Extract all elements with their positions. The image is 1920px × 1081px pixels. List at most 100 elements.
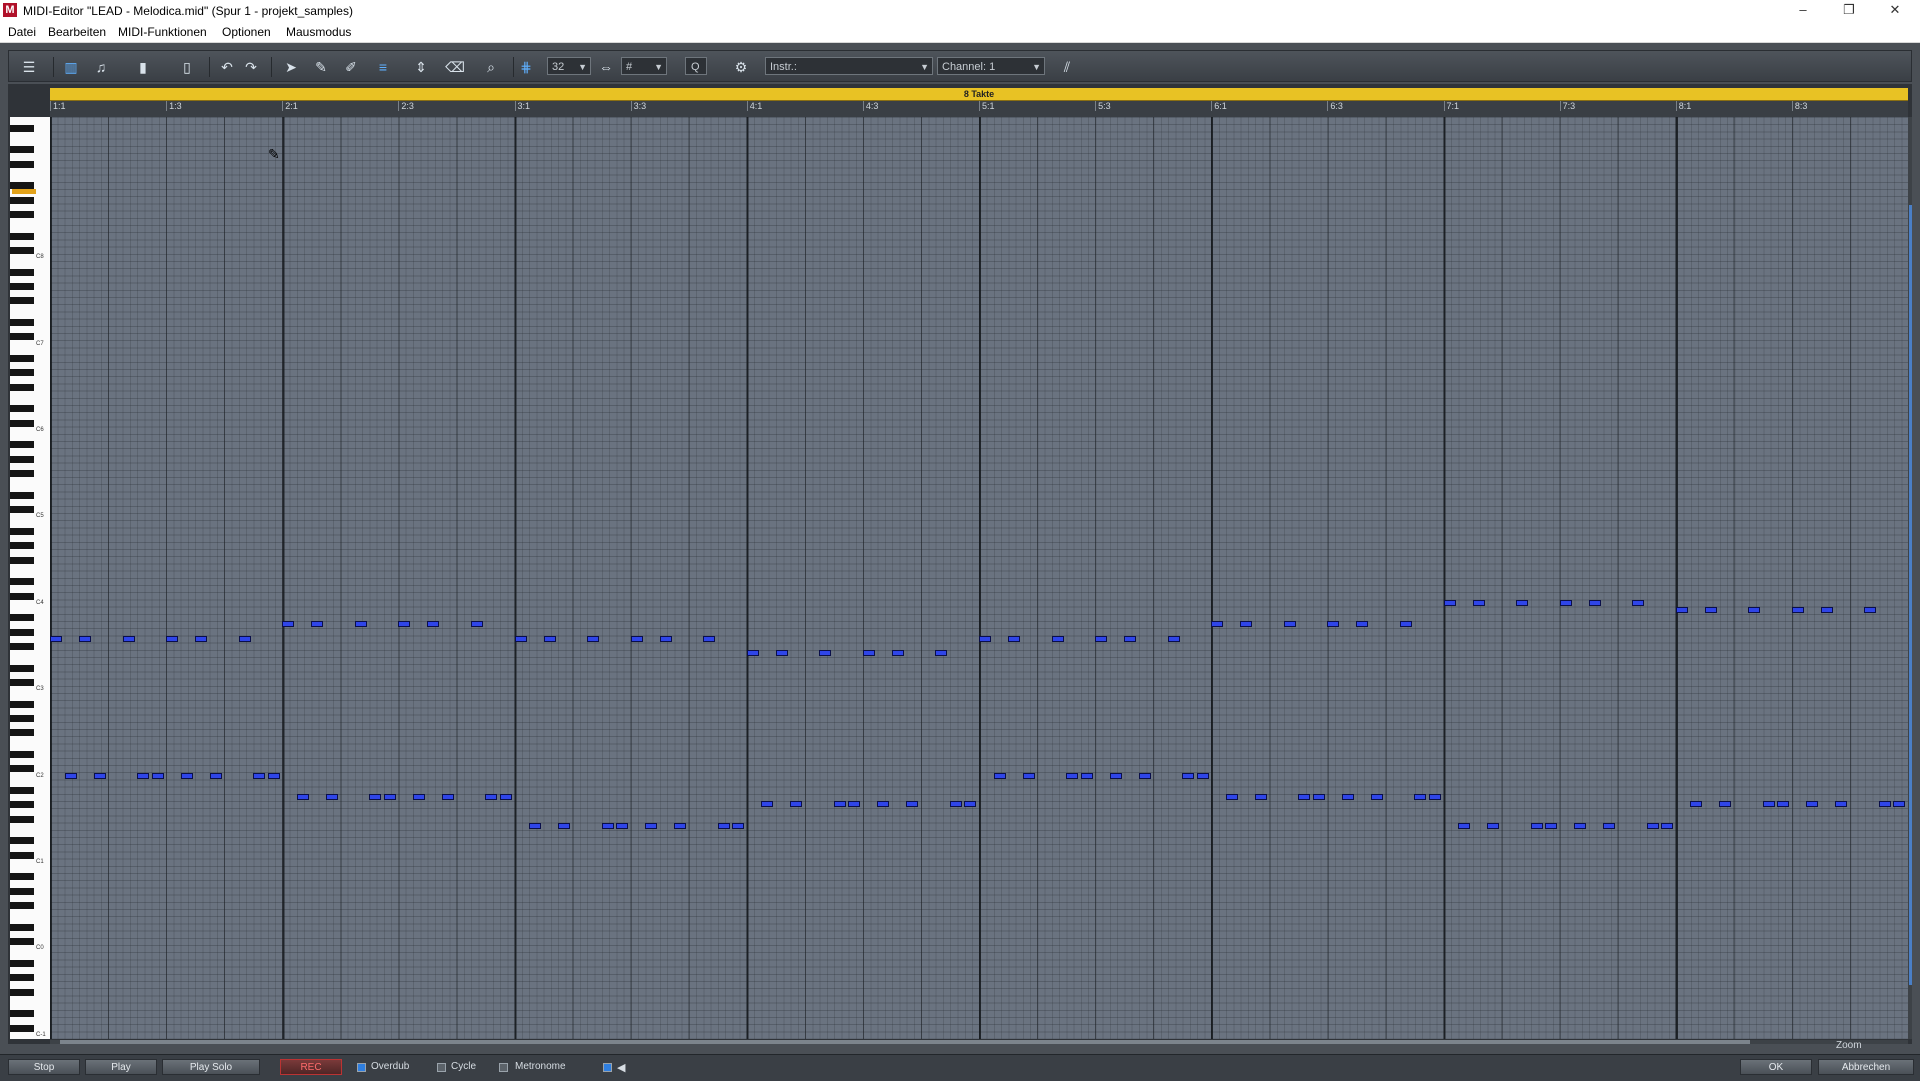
piano-black-key[interactable] — [10, 527, 34, 535]
midi-note[interactable] — [325, 794, 338, 801]
piano-keyboard[interactable]: C8C7C6C5C4C3C2C1C0C-1C-2 — [10, 117, 51, 1039]
midi-note[interactable] — [1588, 599, 1601, 606]
instrument-dropdown[interactable]: Instr.: ▼ — [765, 57, 933, 75]
midi-note[interactable] — [1690, 801, 1703, 808]
piano-black-key[interactable] — [10, 196, 34, 204]
zoom-dropdown[interactable]: Zoom — [1836, 1040, 1862, 1051]
midi-note[interactable] — [659, 635, 672, 642]
midi-note[interactable] — [311, 621, 324, 628]
midi-note[interactable] — [383, 794, 396, 801]
midi-note[interactable] — [1225, 794, 1238, 801]
midi-note[interactable] — [1704, 607, 1717, 613]
midi-note[interactable] — [1458, 823, 1471, 829]
midi-note[interactable] — [979, 635, 991, 642]
piano-black-key[interactable] — [10, 938, 34, 946]
piano-black-key[interactable] — [10, 751, 34, 758]
midi-note[interactable] — [1675, 607, 1688, 613]
piano-black-key[interactable] — [10, 715, 34, 722]
brush-icon[interactable]: ✐ — [339, 56, 363, 78]
midi-note[interactable] — [674, 823, 687, 829]
menu-midi-funktionen[interactable]: MIDI-Funktionen — [118, 25, 207, 39]
midi-note[interactable] — [1443, 599, 1456, 606]
piano-black-key[interactable] — [10, 542, 34, 550]
midi-note[interactable] — [1777, 801, 1790, 808]
midi-note[interactable] — [1646, 823, 1659, 829]
piano-black-key[interactable] — [10, 592, 34, 600]
piano-black-key[interactable] — [10, 268, 34, 276]
undo-icon[interactable]: ↶ — [215, 56, 239, 78]
piano-black-key[interactable] — [10, 959, 34, 967]
overdub-checkbox[interactable] — [357, 1063, 366, 1072]
piano-black-key[interactable] — [10, 369, 34, 377]
restore-button[interactable]: ❐ — [1826, 0, 1872, 22]
midi-note[interactable] — [775, 650, 788, 657]
piano-black-key[interactable] — [10, 578, 34, 586]
stop-button[interactable]: Stop — [8, 1059, 80, 1075]
split-icon[interactable]: ⇕ — [409, 56, 433, 78]
midi-note[interactable] — [1356, 621, 1369, 628]
pencil-icon[interactable]: ✎ — [309, 56, 333, 78]
score-icon[interactable]: ♫ — [89, 56, 113, 78]
piano-black-key[interactable] — [10, 902, 34, 910]
piano-black-key[interactable] — [10, 211, 34, 218]
midi-note[interactable] — [529, 823, 542, 829]
piano-black-key[interactable] — [10, 923, 34, 931]
cancel-button[interactable]: Abbrechen — [1818, 1059, 1914, 1075]
piano-black-key[interactable] — [10, 1024, 34, 1032]
midi-note[interactable] — [1008, 635, 1021, 642]
page-icon[interactable]: ▯ — [175, 56, 199, 78]
midi-note[interactable] — [1124, 635, 1137, 642]
piano-black-key[interactable] — [10, 441, 34, 449]
midi-note[interactable] — [645, 823, 658, 829]
midi-note[interactable] — [238, 635, 251, 642]
piano-black-key[interactable] — [10, 628, 34, 636]
midi-note[interactable] — [1864, 607, 1877, 613]
piano-black-key[interactable] — [10, 801, 34, 809]
piano-black-key[interactable] — [10, 556, 34, 564]
midi-note[interactable] — [732, 823, 745, 829]
midi-note[interactable] — [1182, 772, 1195, 779]
piano-black-key[interactable] — [10, 333, 34, 341]
midi-note[interactable] — [470, 621, 483, 628]
midi-note[interactable] — [296, 794, 309, 801]
note-grid[interactable] — [50, 117, 1908, 1039]
speaker-icon[interactable]: ◀ — [617, 1061, 625, 1074]
midi-note[interactable] — [209, 772, 222, 779]
piano-black-key[interactable] — [10, 873, 34, 881]
region-bar[interactable]: 8 Takte — [50, 88, 1908, 101]
midi-note[interactable] — [1095, 635, 1108, 642]
midi-note[interactable] — [1022, 772, 1035, 779]
midi-note[interactable] — [1559, 599, 1572, 606]
midi-note[interactable] — [964, 801, 977, 808]
menu-datei[interactable]: Datei — [8, 25, 36, 39]
piano-black-key[interactable] — [10, 988, 34, 996]
play-button[interactable]: Play — [85, 1059, 157, 1075]
menu-mausmodus[interactable]: Mausmodus — [286, 25, 351, 39]
piano-black-key[interactable] — [10, 700, 34, 708]
midi-note[interactable] — [1661, 823, 1674, 829]
channel-dropdown[interactable]: Channel: 1 ▼ — [937, 57, 1045, 75]
midi-note[interactable] — [1051, 635, 1064, 642]
midi-note[interactable] — [1545, 823, 1558, 829]
midi-note[interactable] — [282, 621, 295, 628]
midi-note[interactable] — [122, 635, 135, 642]
piano-black-key[interactable] — [10, 506, 34, 514]
monitor-checkbox[interactable] — [603, 1063, 612, 1072]
midi-note[interactable] — [848, 801, 861, 808]
midi-note[interactable] — [833, 801, 846, 808]
midi-note[interactable] — [398, 621, 411, 628]
midi-note[interactable] — [1632, 599, 1645, 606]
midi-note[interactable] — [64, 772, 77, 779]
midi-note[interactable] — [1399, 621, 1412, 628]
midi-note[interactable] — [1748, 607, 1761, 613]
length-dropdown[interactable]: # ▼ — [621, 57, 667, 75]
piano-black-key[interactable] — [10, 851, 34, 859]
midi-note[interactable] — [587, 635, 600, 642]
midi-note[interactable] — [790, 801, 803, 808]
piano-black-key[interactable] — [10, 283, 34, 290]
vertical-scroll-thumb[interactable] — [1909, 205, 1912, 985]
midi-note[interactable] — [993, 772, 1006, 779]
quantize-button[interactable]: Q — [685, 57, 707, 75]
midi-note[interactable] — [1530, 823, 1543, 829]
timeline-ruler[interactable]: 1:1 1:3 2:1 2:3 3:1 3:3 4:1 4:3 5:1 5:3 6:1 6:3 7:1 7… — [50, 101, 1908, 118]
